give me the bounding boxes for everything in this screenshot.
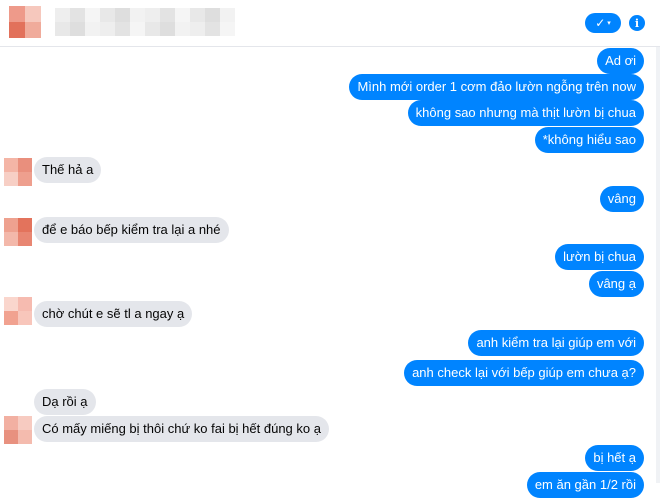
name-blur-pixel	[190, 22, 205, 36]
name-blur-pixel	[70, 22, 85, 36]
message-outgoing[interactable]: không sao nhưng mà thịt lườn bị chua	[407, 100, 644, 126]
info-icon[interactable]: i	[629, 15, 645, 31]
message-outgoing[interactable]: bị hết ạ	[585, 445, 644, 471]
name-blur-pixel	[145, 8, 160, 22]
avatar-pixel-3	[4, 172, 18, 186]
name-blur-pixel	[145, 22, 160, 36]
message-outgoing[interactable]: Ad ơi	[597, 48, 644, 74]
avatar-pixel-1	[4, 158, 18, 172]
message-outgoing[interactable]: lườn bị chua	[555, 244, 644, 270]
avatar-pixel-2	[25, 6, 41, 22]
name-blur-pixel	[220, 22, 235, 36]
avatar-pixel-1	[9, 6, 25, 22]
message-incoming[interactable]: chờ chút e sẽ tl a ngay ạ	[34, 301, 193, 327]
chevron-down-icon: ▾	[607, 20, 611, 27]
name-blur-pixel	[85, 8, 100, 22]
avatar-pixel-3	[9, 22, 25, 38]
avatar-pixel-4	[18, 430, 32, 444]
avatar-pixel-3	[4, 311, 18, 325]
status-dropdown-button[interactable]: ✓ ▾	[585, 13, 621, 33]
avatar-pixel-2	[18, 416, 32, 430]
avatar-pixel-1	[4, 416, 18, 430]
contact-avatar-small[interactable]	[4, 416, 32, 444]
name-blur-pixel	[55, 22, 70, 36]
avatar-pixel-3	[4, 232, 18, 246]
check-icon: ✓	[595, 16, 606, 30]
name-blur-pixel	[175, 22, 190, 36]
message-incoming[interactable]: Thế hả a	[34, 157, 102, 183]
name-blur-pixel	[205, 8, 220, 22]
avatar-pixel-2	[18, 297, 32, 311]
name-blur-pixel	[100, 8, 115, 22]
avatar-pixel-2	[18, 158, 32, 172]
avatar-pixel-4	[25, 22, 41, 38]
avatar-pixel-4	[18, 311, 32, 325]
conversation-header: ✓ ▾ i	[0, 0, 660, 47]
message-outgoing[interactable]: Mình mới order 1 cơm đảo lườn ngỗng trên…	[349, 74, 644, 100]
message-outgoing[interactable]: vâng	[599, 186, 644, 212]
avatar-pixel-4	[18, 172, 32, 186]
name-blur-pixel	[220, 8, 235, 22]
name-blur-pixel	[205, 22, 220, 36]
name-blur-pixel	[130, 8, 145, 22]
avatar-pixel-2	[18, 218, 32, 232]
contact-avatar-blurred[interactable]	[9, 6, 41, 38]
avatar-pixel-4	[18, 232, 32, 246]
message-incoming[interactable]: Có mấy miếng bị thôi chứ ko fai bị hết đ…	[34, 416, 329, 442]
message-outgoing[interactable]: vâng ạ	[588, 271, 644, 297]
name-blur-pixel	[115, 8, 130, 22]
name-blur-pixel	[190, 8, 205, 22]
contact-avatar-small[interactable]	[4, 218, 32, 246]
name-blur-pixel	[175, 8, 190, 22]
message-outgoing[interactable]: anh check lại với bếp giúp em chưa ạ?	[404, 360, 644, 386]
avatar-pixel-1	[4, 218, 18, 232]
avatar-pixel-1	[4, 297, 18, 311]
name-blur-pixel	[130, 22, 145, 36]
name-blur-pixel	[100, 22, 115, 36]
name-blur-pixel	[160, 22, 175, 36]
avatar-pixel-3	[4, 430, 18, 444]
name-blur-pixel	[115, 22, 130, 36]
message-outgoing[interactable]: *không hiểu sao	[534, 127, 644, 153]
name-blur-pixel	[70, 8, 85, 22]
name-blur-pixel	[55, 8, 70, 22]
message-incoming[interactable]: để e báo bếp kiểm tra lại a nhé	[34, 217, 229, 243]
name-blur-pixel	[85, 22, 100, 36]
contact-avatar-small[interactable]	[4, 297, 32, 325]
message-outgoing[interactable]: anh kiểm tra lại giúp em với	[468, 330, 644, 356]
contact-name-blurred	[55, 8, 235, 36]
scrollbar-track[interactable]	[656, 47, 660, 483]
name-blur-pixel	[160, 8, 175, 22]
message-incoming[interactable]: Dạ rồi ạ	[34, 389, 96, 415]
contact-avatar-small[interactable]	[4, 158, 32, 186]
message-outgoing[interactable]: em ăn gần 1/2 rồi	[526, 472, 644, 498]
